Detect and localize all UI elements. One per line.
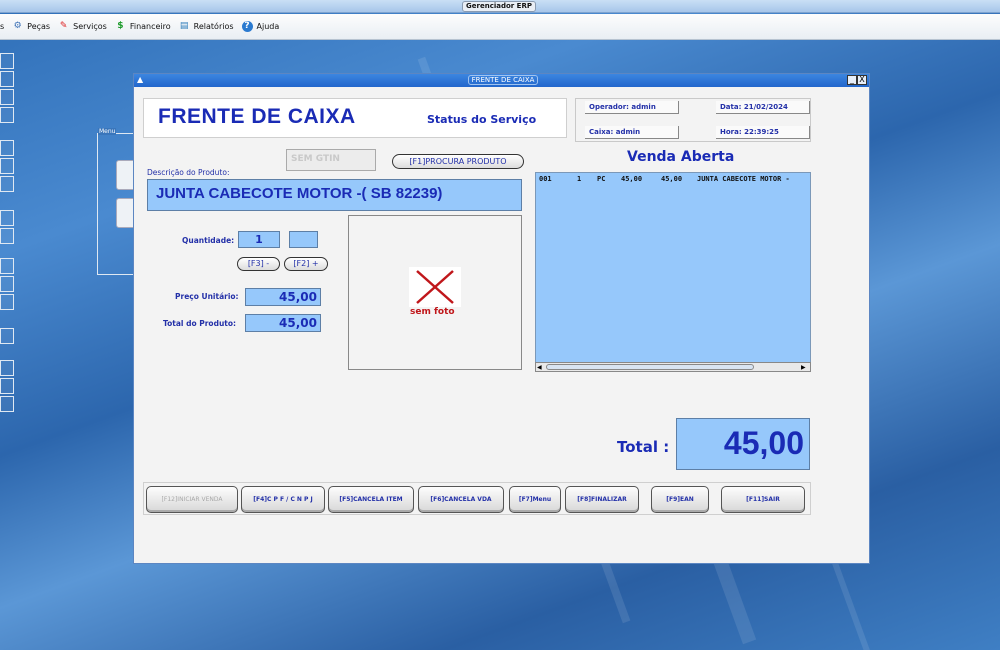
- quantity-minus-button[interactable]: [F3] -: [237, 257, 280, 271]
- no-photo-label: sem foto: [410, 307, 455, 317]
- menu-item-financeiro[interactable]: $ Financeiro: [115, 21, 171, 32]
- menu-item-relatorios[interactable]: ▤ Relatórios: [179, 21, 234, 32]
- menu-item-cadastros[interactable]: s: [0, 22, 4, 31]
- item-qty: 1: [577, 175, 582, 183]
- menu-item-label: Serviços: [73, 22, 107, 31]
- exit-button[interactable]: [F11]SAIR: [721, 486, 805, 513]
- side-button[interactable]: [0, 396, 14, 412]
- list-item[interactable]: 001 1 PC 45,00 45,00 JUNTA CABECOTE MOTO…: [536, 173, 810, 185]
- side-button[interactable]: [0, 158, 14, 174]
- help-icon: ?: [241, 21, 253, 32]
- quantity-plus-button[interactable]: [F2] +: [284, 257, 328, 271]
- product-total-label: Total do Produto:: [163, 319, 237, 328]
- gears-icon: ⚙: [13, 21, 22, 31]
- side-button[interactable]: [0, 53, 14, 69]
- product-description-field[interactable]: JUNTA CABECOTE MOTOR -( SB 82239): [147, 179, 522, 211]
- cancel-sale-button[interactable]: [F6]CANCELA VDA: [418, 486, 504, 513]
- cancel-item-button[interactable]: [F5]CANCELA ITEM: [328, 486, 414, 513]
- menu-button[interactable]: [F7]Menu: [509, 486, 561, 513]
- side-button[interactable]: [0, 360, 14, 376]
- item-price: 45,00: [621, 175, 643, 183]
- report-icon: ▤: [179, 21, 189, 31]
- cashier-field: Caixa: admin: [585, 126, 679, 139]
- no-photo-icon: [409, 267, 461, 307]
- side-button[interactable]: [0, 140, 14, 156]
- app-title-bar: Gerenciador ERP: [0, 0, 1000, 13]
- side-menu-label: Menu: [98, 128, 117, 135]
- sale-title: Venda Aberta: [627, 149, 735, 165]
- scroll-right-arrow[interactable]: ▶: [801, 364, 809, 371]
- minimize-button[interactable]: _: [847, 75, 857, 85]
- action-bar: [F12]INICIAR VENDA [F4]C P F / C N P J […: [143, 482, 811, 515]
- close-button[interactable]: X: [857, 75, 867, 85]
- item-seq: 001: [539, 175, 552, 183]
- side-button[interactable]: [0, 276, 14, 292]
- side-button[interactable]: [0, 294, 14, 310]
- window-title-bar: ▲ FRENTE DE CAIXA _ X: [134, 74, 869, 87]
- finish-button[interactable]: [F8]FINALIZAR: [565, 486, 639, 513]
- session-info-panel: Operador: admin Data: 21/02/2024 Caixa: …: [575, 98, 811, 142]
- side-button[interactable]: [0, 71, 14, 87]
- item-total: 45,00: [661, 175, 683, 183]
- menu-item-pecas[interactable]: ⚙ Peças: [12, 21, 50, 32]
- operator-field: Operador: admin: [585, 101, 679, 114]
- gtin-field[interactable]: SEM GTIN: [286, 149, 376, 171]
- menu-item-label: Relatórios: [193, 22, 234, 31]
- side-button[interactable]: [0, 89, 14, 105]
- page-title: FRENTE DE CAIXA: [158, 105, 356, 128]
- side-button[interactable]: [0, 258, 14, 274]
- window-title: FRENTE DE CAIXA: [468, 75, 538, 85]
- item-unit: PC: [597, 175, 606, 183]
- date-field: Data: 21/02/2024: [716, 101, 810, 114]
- menu-item-ajuda[interactable]: ? Ajuda: [241, 21, 280, 32]
- menu-item-label: Ajuda: [256, 22, 280, 31]
- unit-price-label: Preço Unitário:: [175, 292, 239, 301]
- app-icon: ▲: [137, 75, 144, 84]
- start-sale-button[interactable]: [F12]INICIAR VENDA: [146, 486, 238, 513]
- search-product-button[interactable]: [F1]PROCURA PRODUTO: [392, 154, 524, 169]
- item-desc: JUNTA CABECOTE MOTOR -: [697, 175, 790, 183]
- pos-window: ▲ FRENTE DE CAIXA _ X FRENTE DE CAIXA St…: [133, 73, 870, 564]
- ean-button[interactable]: [F9]EAN: [651, 486, 709, 513]
- quantity-extra-field[interactable]: [289, 231, 318, 248]
- side-button[interactable]: [0, 228, 14, 244]
- menu-item-label: Financeiro: [129, 22, 171, 31]
- menu-bar: s ⚙ Peças ✎ Serviços $ Financeiro ▤ Rela…: [0, 14, 1000, 40]
- product-photo: sem foto: [348, 215, 522, 370]
- cpf-cnpj-button[interactable]: [F4]C P F / C N P J: [241, 486, 325, 513]
- menu-item-label: Peças: [27, 22, 51, 31]
- menu-item-servicos[interactable]: ✎ Serviços: [58, 21, 107, 32]
- quantity-field[interactable]: 1: [238, 231, 280, 248]
- sale-total-value: 45,00: [676, 418, 810, 470]
- side-button[interactable]: [0, 328, 14, 344]
- description-label: Descrição do Produto:: [147, 168, 230, 177]
- scroll-left-arrow[interactable]: ◀: [537, 364, 545, 371]
- side-button[interactable]: [0, 107, 14, 123]
- unit-price-field: 45,00: [245, 288, 321, 306]
- product-total-field: 45,00: [245, 314, 321, 332]
- menu-item-label: s: [0, 22, 5, 31]
- quantity-label: Quantidade:: [182, 236, 235, 245]
- app-title: Gerenciador ERP: [462, 1, 536, 12]
- time-field: Hora: 22:39:25: [716, 126, 810, 139]
- side-button[interactable]: [0, 378, 14, 394]
- service-status: Status do Serviço: [427, 113, 537, 126]
- wrench-icon: ✎: [59, 21, 68, 31]
- side-button[interactable]: [0, 210, 14, 226]
- sale-total-label: Total :: [617, 438, 670, 456]
- scroll-thumb[interactable]: [546, 364, 754, 370]
- list-scrollbar[interactable]: ◀ ▶: [535, 362, 811, 372]
- side-button[interactable]: [0, 176, 14, 192]
- dollar-icon: $: [117, 21, 124, 31]
- sale-items-list[interactable]: 001 1 PC 45,00 45,00 JUNTA CABECOTE MOTO…: [535, 172, 811, 372]
